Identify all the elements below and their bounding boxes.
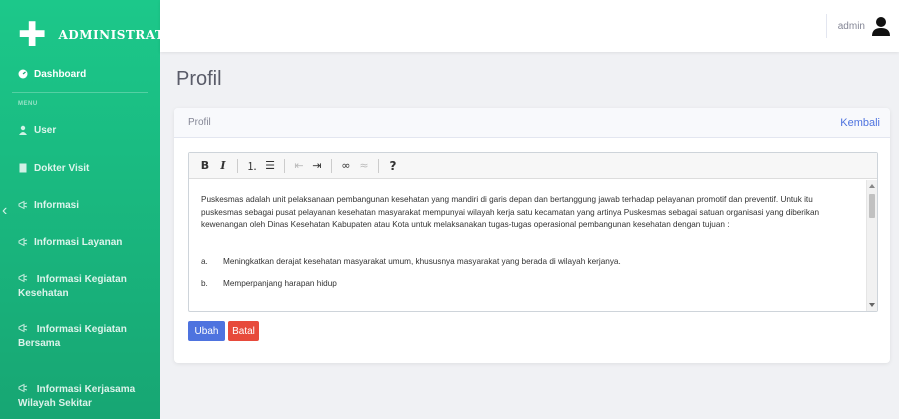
megaphone-icon	[18, 273, 28, 283]
editor-scrollbar[interactable]	[866, 180, 877, 311]
toolbar-separator	[378, 158, 379, 173]
rich-text-editor[interactable]: B I ⒈ ☰ ⇤ ⇥ ∞ ≈ ? Puskesmas adalah unit …	[188, 152, 878, 312]
sidebar-item-informasi-kegiatan-bersama[interactable]: Informasi Kegiatan Bersama	[0, 322, 160, 351]
sidebar-item-label: Informasi Kegiatan Bersama	[18, 324, 127, 349]
list-marker: a.	[201, 256, 208, 266]
toolbar-separator	[237, 158, 238, 173]
topbar: admin	[160, 0, 899, 52]
unlink-icon[interactable]: ≈	[356, 157, 372, 175]
page-title: Profil	[176, 68, 222, 90]
sidebar-item-text-wrap: Informasi Kegiatan Bersama	[18, 322, 142, 351]
editor-toolbar: B I ⒈ ☰ ⇤ ⇥ ∞ ≈ ?	[189, 153, 877, 179]
bold-button[interactable]: B	[197, 157, 213, 175]
sidebar-item-informasi-kegiatan-kesehatan[interactable]: Informasi Kegiatan Kesehatan	[0, 272, 160, 301]
file-icon	[19, 163, 27, 173]
megaphone-icon	[18, 383, 28, 393]
sidebar-item-label: Informasi	[34, 200, 80, 211]
megaphone-icon	[18, 200, 28, 210]
plus-icon: ✚	[18, 15, 47, 55]
sidebar-item-text-wrap: Informasi Kerjasama Wilayah Sekitar	[18, 382, 142, 411]
sidebar-item-label: Dokter Visit	[34, 163, 90, 174]
sidebar-item-informasi-kerjasama[interactable]: Informasi Kerjasama Wilayah Sekitar	[0, 382, 160, 411]
list-item-text: Memperpanjang harapan hidup	[223, 279, 337, 288]
user-name[interactable]: admin	[838, 21, 865, 32]
brand-text: ADMINISTRATOR	[58, 28, 161, 42]
megaphone-icon	[18, 323, 28, 333]
user-avatar-icon[interactable]	[871, 16, 891, 36]
save-button[interactable]: Ubah	[188, 321, 225, 341]
cancel-button[interactable]: Batal	[228, 321, 259, 341]
scroll-thumb[interactable]	[869, 194, 875, 218]
sidebar-item-label: Informasi Kegiatan Kesehatan	[18, 274, 127, 299]
sidebar-item-label: Dashboard	[34, 69, 87, 80]
card-header: Profil Kembali	[174, 108, 890, 138]
list-marker: b.	[201, 279, 208, 288]
sidebar-item-text-wrap: Informasi Kegiatan Kesehatan	[18, 272, 142, 301]
sidebar-item-label: Informasi Kerjasama Wilayah Sekitar	[18, 384, 136, 409]
help-icon[interactable]: ?	[385, 157, 401, 175]
outdent-icon[interactable]: ⇤	[291, 157, 307, 175]
topbar-divider	[826, 14, 827, 38]
scroll-up-icon[interactable]	[869, 184, 875, 188]
sidebar-item-label: Informasi Layanan	[34, 237, 123, 248]
indent-icon[interactable]: ⇥	[309, 157, 325, 175]
sidebar-item-label: User	[34, 125, 57, 136]
brand[interactable]: ✚ ADMINISTRATOR	[0, 0, 160, 70]
user-icon	[19, 125, 27, 135]
sidebar-divider	[12, 92, 148, 93]
sidebar-item-informasi[interactable]: Informasi	[0, 199, 160, 213]
menu-heading: MENU	[18, 101, 38, 107]
list-item-text: Meningkatkan derajat kesehatan masyaraka…	[223, 256, 621, 266]
toolbar-separator	[284, 158, 285, 173]
editor-content[interactable]: Puskesmas adalah unit pelaksanaan pemban…	[189, 180, 865, 311]
sidebar-item-dokter-visit[interactable]: Dokter Visit	[0, 162, 160, 176]
sidebar: ✚ ADMINISTRATOR Dashboard MENU User Dokt…	[0, 0, 160, 419]
bulleted-list-icon[interactable]: ☰	[262, 157, 278, 175]
editor-list: a. Meningkatkan derajat kesehatan masyar…	[201, 256, 855, 291]
sidebar-item-user[interactable]: User	[0, 124, 160, 138]
sidebar-item-informasi-layanan[interactable]: Informasi Layanan	[0, 236, 160, 250]
numbered-list-icon[interactable]: ⒈	[244, 157, 260, 175]
profile-card: Profil Kembali B I ⒈ ☰ ⇤ ⇥ ∞ ≈ ? Puskesm…	[174, 108, 890, 363]
dashboard-icon	[18, 69, 28, 79]
back-link[interactable]: Kembali	[840, 117, 880, 129]
sidebar-item-dashboard[interactable]: Dashboard	[0, 68, 160, 82]
scroll-down-icon[interactable]	[869, 303, 875, 307]
list-item: a. Meningkatkan derajat kesehatan masyar…	[201, 256, 855, 269]
italic-button[interactable]: I	[215, 157, 231, 175]
editor-paragraph: Puskesmas adalah unit pelaksanaan pemban…	[201, 195, 820, 229]
card-title: Profil	[188, 117, 211, 128]
list-item: b. Memperpanjang harapan hidup	[201, 278, 855, 291]
megaphone-icon	[18, 237, 28, 247]
toolbar-separator	[331, 158, 332, 173]
link-icon[interactable]: ∞	[338, 157, 354, 175]
